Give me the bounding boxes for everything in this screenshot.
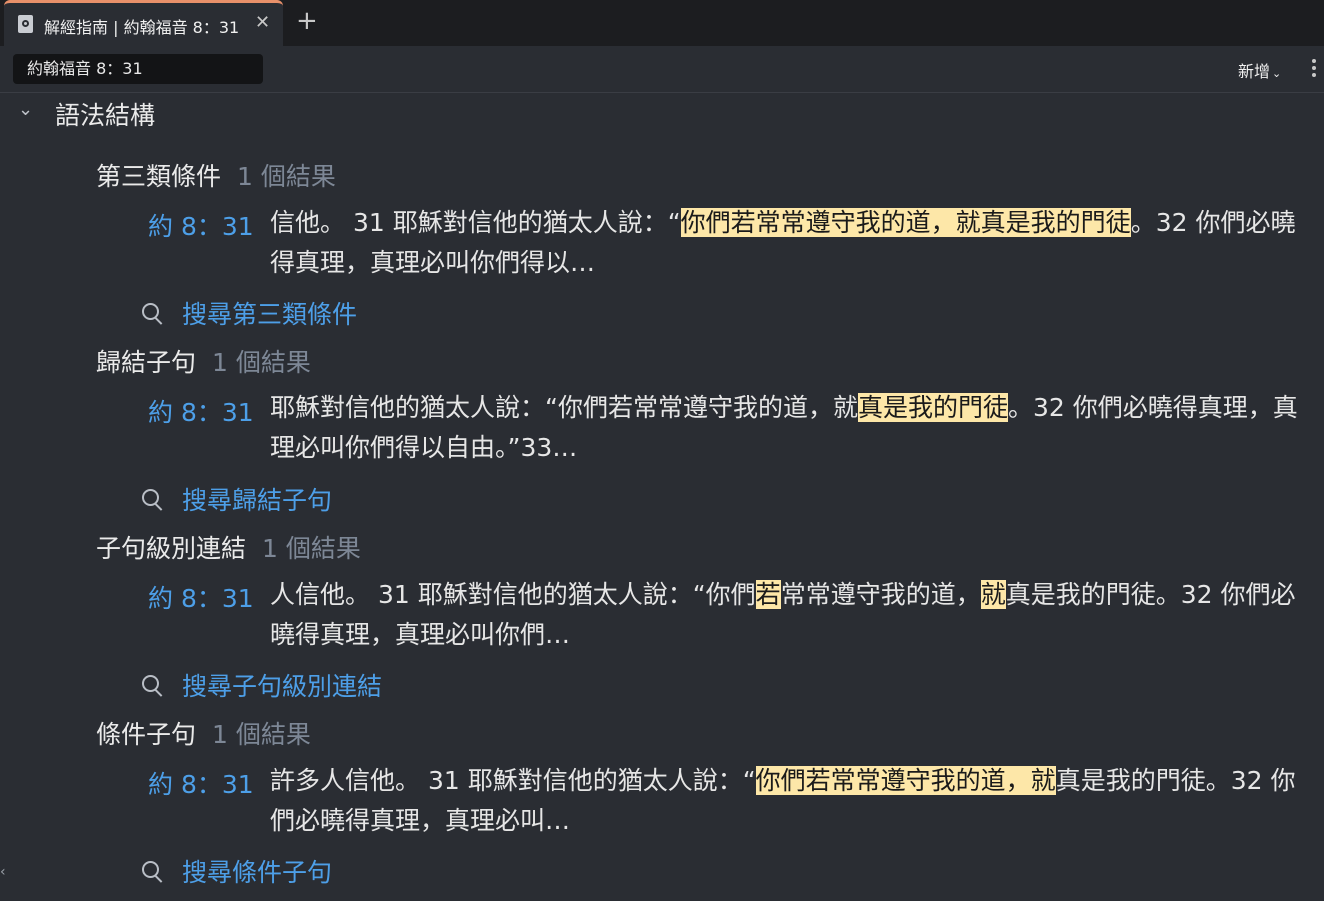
search-link[interactable]: 搜尋子句級別連結 — [140, 667, 382, 701]
search-icon — [140, 301, 164, 325]
group-title: 條件子句 1 個結果 — [96, 715, 311, 751]
result-reference-link[interactable]: 約 8：31 — [148, 765, 254, 801]
snippet-text: 信他。 31 耶穌對信他的猶太人說：“ — [270, 208, 681, 237]
highlighted-text: 你們若常常遵守我的道，就 — [755, 766, 1056, 795]
reference-input[interactable]: 約翰福音 8：31 — [13, 54, 263, 84]
highlighted-text: 真是我的門徒 — [857, 393, 1008, 422]
result-count: 1 個結果 — [212, 720, 311, 749]
search-link-label: 搜尋條件子句 — [182, 858, 333, 887]
snippet-text: 人信他。 31 耶穌對信他的猶太人說：“你們 — [270, 580, 756, 609]
chevron-down-icon: ⌄ — [1272, 67, 1282, 80]
search-link-label: 搜尋第三類條件 — [182, 300, 358, 329]
chevron-down-icon[interactable]: ⌄ — [18, 99, 33, 120]
result-snippet[interactable]: 信他。 31 耶穌對信他的猶太人說：“你們若常常遵守我的道，就真是我的門徒。32… — [270, 203, 1315, 283]
add-button-label: 新增 — [1238, 62, 1271, 81]
result-reference-link[interactable]: 約 8：31 — [148, 579, 254, 615]
group-title: 子句級別連結 1 個結果 — [96, 529, 361, 565]
snippet-text: 許多人信他。 31 耶穌對信他的猶太人說：“ — [270, 766, 756, 795]
group-title-label: 第三類條件 — [96, 162, 222, 191]
search-icon — [140, 673, 164, 697]
search-link[interactable]: 搜尋條件子句 — [140, 853, 332, 887]
result-count: 1 個結果 — [237, 162, 336, 191]
result-snippet[interactable]: 許多人信他。 31 耶穌對信他的猶太人說：“你們若常常遵守我的道，就真是我的門徒… — [270, 761, 1315, 841]
search-link[interactable]: 搜尋第三類條件 — [140, 295, 357, 329]
more-vertical-icon[interactable] — [1312, 59, 1316, 79]
result-snippet[interactable]: 耶穌對信他的猶太人說：“你們若常常遵守我的道，就真是我的門徒。32 你們必曉得真… — [270, 388, 1315, 468]
highlighted-text: 若 — [755, 580, 781, 609]
search-icon — [140, 859, 164, 883]
tab-title: 解經指南 | 約翰福音 8：31 — [44, 18, 240, 37]
group-title: 歸結子句 1 個結果 — [96, 343, 311, 379]
search-link-label: 搜尋子句級別連結 — [182, 672, 383, 701]
result-reference-link[interactable]: 約 8：31 — [148, 207, 254, 243]
close-icon[interactable]: ✕ — [255, 12, 270, 33]
section-header[interactable]: ⌄ 語法結構 — [0, 95, 400, 131]
group-title-label: 子句級別連結 — [96, 534, 247, 563]
tab-bar: 解經指南 | 約翰福音 8：31 ✕ + — [0, 0, 1324, 46]
group-title-label: 條件子句 — [96, 720, 197, 749]
result-count: 1 個結果 — [212, 348, 311, 377]
toolbar: 約翰福音 8：31 新增 ⌄ — [0, 46, 1324, 93]
search-icon — [140, 487, 164, 511]
search-link[interactable]: 搜尋歸結子句 — [140, 481, 332, 515]
snippet-text: 耶穌對信他的猶太人說：“你們若常常遵守我的道，就 — [270, 393, 858, 422]
result-snippet[interactable]: 人信他。 31 耶穌對信他的猶太人說：“你們若常常遵守我的道，就真是我的門徒。3… — [270, 575, 1315, 655]
tab-active[interactable]: 解經指南 | 約翰福音 8：31 ✕ — [4, 0, 283, 46]
result-reference-link[interactable]: 約 8：31 — [148, 393, 254, 429]
document-icon — [18, 15, 33, 33]
result-count: 1 個結果 — [262, 534, 361, 563]
highlighted-text: 就 — [980, 580, 1006, 609]
add-button[interactable]: 新增 ⌄ — [1238, 58, 1281, 82]
new-tab-button[interactable]: + — [296, 6, 318, 36]
highlighted-text: 你們若常常遵守我的道，就真是我的門徒 — [680, 208, 1131, 237]
section-title: 語法結構 — [55, 101, 156, 130]
search-link-label: 搜尋歸結子句 — [182, 486, 333, 515]
group-title-label: 歸結子句 — [96, 348, 197, 377]
group-title: 第三類條件 1 個結果 — [96, 157, 336, 193]
chevron-left-icon[interactable]: ‹ — [0, 864, 6, 880]
snippet-text: 常常遵守我的道， — [780, 580, 981, 609]
